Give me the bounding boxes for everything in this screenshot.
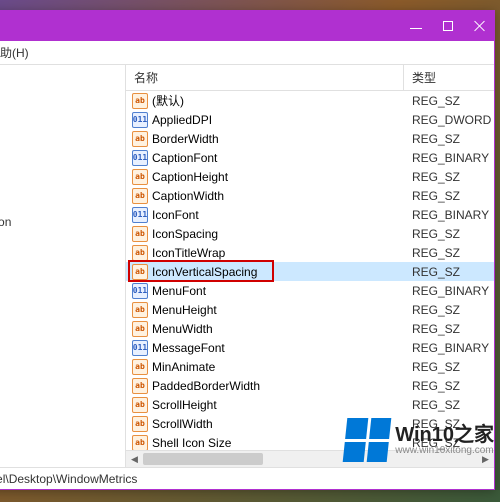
reg-string-icon: ab — [132, 397, 148, 413]
value-name: (默认) — [152, 92, 184, 109]
list-item[interactable]: ab ScrollWidth REG_SZ — [126, 414, 494, 433]
list-item[interactable]: ab ScrollHeight REG_SZ — [126, 395, 494, 414]
reg-string-icon: ab — [132, 93, 148, 109]
reg-string-icon: ab — [132, 359, 148, 375]
menubar: A) 帮助(H) — [0, 41, 494, 65]
value-type: REG_SZ — [404, 246, 494, 260]
value-type: REG_SZ — [404, 189, 494, 203]
horizontal-scrollbar[interactable]: ◀ ▶ — [126, 450, 494, 467]
reg-string-icon: ab — [132, 245, 148, 261]
tree-pane[interactable]: guration — [0, 65, 126, 467]
column-header-type[interactable]: 类型 — [404, 65, 494, 90]
value-name: IconSpacing — [152, 227, 218, 241]
reg-binary-icon: 011 — [132, 283, 148, 299]
value-type: REG_SZ — [404, 360, 494, 374]
value-name: ScrollWidth — [152, 417, 213, 431]
scroll-left-arrow-icon[interactable]: ◀ — [126, 451, 143, 467]
value-type: REG_DWORD — [404, 113, 494, 127]
value-name: MenuHeight — [152, 303, 217, 317]
scroll-right-arrow-icon[interactable]: ▶ — [477, 451, 494, 467]
value-type: REG_SZ — [404, 170, 494, 184]
reg-string-icon: ab — [132, 169, 148, 185]
reg-binary-icon: 011 — [132, 340, 148, 356]
value-name: ScrollHeight — [152, 398, 217, 412]
value-name: IconFont — [152, 208, 199, 222]
value-type: REG_BINARY — [404, 208, 494, 222]
menu-item-help[interactable]: 帮助(H) — [0, 44, 29, 61]
list-item[interactable]: ab MenuHeight REG_SZ — [126, 300, 494, 319]
value-type: REG_SZ — [404, 417, 494, 431]
list-item[interactable]: 011 MenuFont REG_BINARY — [126, 281, 494, 300]
value-name: CaptionFont — [152, 151, 217, 165]
maximize-icon[interactable] — [442, 20, 454, 32]
value-name: CaptionWidth — [152, 189, 224, 203]
reg-string-icon: ab — [132, 131, 148, 147]
value-type: REG_SZ — [404, 132, 494, 146]
tree-item[interactable]: guration — [0, 215, 113, 229]
regedit-window: A) 帮助(H) guration 名称 类型 ab(默认)REG_SZ011A… — [0, 10, 495, 490]
scroll-thumb[interactable] — [143, 453, 263, 465]
list-item[interactable]: 011 MessageFont REG_BINARY — [126, 338, 494, 357]
value-type: REG_SZ — [404, 94, 494, 108]
reg-string-icon: ab — [132, 302, 148, 318]
minimize-icon[interactable] — [410, 20, 422, 32]
list-item[interactable]: ab IconSpacing REG_SZ — [126, 224, 494, 243]
value-name: CaptionHeight — [152, 170, 228, 184]
value-name: MenuWidth — [152, 322, 213, 336]
value-name: AppliedDPI — [152, 113, 212, 127]
list-item[interactable]: ab PaddedBorderWidth REG_SZ — [126, 376, 494, 395]
list-item[interactable]: 011 IconFont REG_BINARY — [126, 205, 494, 224]
value-type: REG_SZ — [404, 303, 494, 317]
value-type: REG_BINARY — [404, 341, 494, 355]
value-name: IconVerticalSpacing — [152, 265, 257, 279]
list-item[interactable]: ab IconVerticalSpacing REG_SZ — [126, 262, 494, 281]
reg-string-icon: ab — [132, 226, 148, 242]
list-item[interactable]: ab BorderWidth REG_SZ — [126, 129, 494, 148]
list-item[interactable]: ab MinAnimate REG_SZ — [126, 357, 494, 376]
column-headers[interactable]: 名称 类型 — [126, 65, 494, 91]
value-name: MinAnimate — [152, 360, 215, 374]
list-item[interactable]: 011 AppliedDPI REG_DWORD — [126, 110, 494, 129]
reg-string-icon: ab — [132, 435, 148, 451]
value-list[interactable]: ab(默认)REG_SZ011AppliedDPIREG_DWORDabBord… — [126, 91, 494, 467]
statusbar: ol Panel\Desktop\WindowMetrics — [0, 467, 494, 489]
value-type: REG_SZ — [404, 436, 494, 450]
reg-string-icon: ab — [132, 188, 148, 204]
status-path: ol Panel\Desktop\WindowMetrics — [0, 472, 137, 486]
reg-binary-icon: 011 — [132, 150, 148, 166]
reg-string-icon: ab — [132, 378, 148, 394]
value-type: REG_BINARY — [404, 284, 494, 298]
column-header-name[interactable]: 名称 — [126, 65, 404, 90]
value-type: REG_BINARY — [404, 151, 494, 165]
value-name: MenuFont — [152, 284, 206, 298]
value-type: REG_SZ — [404, 398, 494, 412]
value-name: Shell Icon Size — [152, 436, 231, 450]
close-icon[interactable] — [474, 20, 486, 32]
value-type: REG_SZ — [404, 379, 494, 393]
value-type: REG_SZ — [404, 227, 494, 241]
reg-binary-icon: 011 — [132, 207, 148, 223]
list-item[interactable]: ab CaptionWidth REG_SZ — [126, 186, 494, 205]
titlebar[interactable] — [0, 11, 494, 41]
list-pane: 名称 类型 ab(默认)REG_SZ011AppliedDPIREG_DWORD… — [126, 65, 494, 467]
reg-binary-icon: 011 — [132, 112, 148, 128]
value-type: REG_SZ — [404, 322, 494, 336]
value-name: IconTitleWrap — [152, 246, 225, 260]
reg-string-icon: ab — [132, 416, 148, 432]
value-name: BorderWidth — [152, 132, 219, 146]
window-body: guration 名称 类型 ab(默认)REG_SZ011AppliedDPI… — [0, 65, 494, 467]
value-name: PaddedBorderWidth — [152, 379, 260, 393]
list-item[interactable]: ab IconTitleWrap REG_SZ — [126, 243, 494, 262]
value-name: MessageFont — [152, 341, 225, 355]
list-item[interactable]: ab MenuWidth REG_SZ — [126, 319, 494, 338]
value-type: REG_SZ — [404, 265, 494, 279]
list-item[interactable]: ab(默认) REG_SZ — [126, 91, 494, 110]
reg-string-icon: ab — [132, 321, 148, 337]
list-item[interactable]: 011 CaptionFont REG_BINARY — [126, 148, 494, 167]
reg-string-icon: ab — [132, 264, 148, 280]
list-item[interactable]: ab CaptionHeight REG_SZ — [126, 167, 494, 186]
